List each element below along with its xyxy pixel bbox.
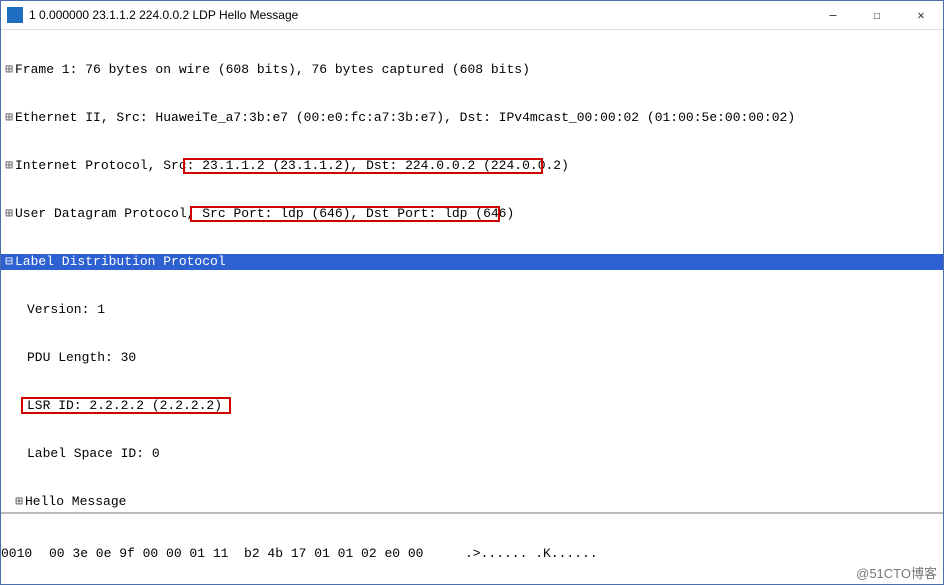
tree-text: Label Space ID: 0 [27,446,160,462]
tree-row-udp[interactable]: ⊞User Datagram Protocol, Src Port: ldp (… [1,206,943,222]
minimize-button[interactable]: — [811,1,855,29]
packet-bytes-pane[interactable]: 0010 00 3e 0e 9f 00 00 01 11 b2 4b 17 01… [1,512,943,584]
tree-row-ldp[interactable]: ⊟Label Distribution Protocol [1,254,943,270]
close-button[interactable]: ✕ [899,1,943,29]
app-icon [7,7,23,23]
tree-text: Label Distribution Protocol [15,254,226,270]
maximize-button[interactable]: ☐ [855,1,899,29]
tree-row-frame[interactable]: ⊞Frame 1: 76 bytes on wire (608 bits), 7… [1,62,943,78]
tree-row-ip[interactable]: ⊞Internet Protocol, Src: 23.1.1.2 (23.1.… [1,158,943,174]
window-title: 1 0.000000 23.1.1.2 224.0.0.2 LDP Hello … [29,8,811,22]
packet-details-tree[interactable]: ⊞Frame 1: 76 bytes on wire (608 bits), 7… [1,30,943,512]
hex-offset: 0010 [1,546,49,562]
collapse-icon[interactable]: ⊟ [3,254,15,270]
title-bar[interactable]: 1 0.000000 23.1.1.2 224.0.0.2 LDP Hello … [1,1,943,30]
tree-row-version[interactable]: Version: 1 [1,302,943,318]
hex-ascii: .>...... .K...... [465,546,598,561]
tree-text: LSR ID: 2.2.2.2 (2.2.2.2) [27,398,222,414]
tree-text-b: Src Port: ldp (646), Dst Port: ldp (646) [202,206,514,222]
tree-row-label-space[interactable]: Label Space ID: 0 [1,446,943,462]
tree-row-pdu[interactable]: PDU Length: 30 [1,350,943,366]
hex-line[interactable]: 0010 00 3e 0e 9f 00 00 01 11 b2 4b 17 01… [1,546,943,562]
app-window: 1 0.000000 23.1.1.2 224.0.0.2 LDP Hello … [0,0,944,585]
content-panes: ⊞Frame 1: 76 bytes on wire (608 bits), 7… [1,30,943,584]
expand-icon[interactable]: ⊞ [3,110,15,126]
tree-text: Ethernet II, Src: HuaweiTe_a7:3b:e7 (00:… [15,110,795,126]
tree-text-b: 23.1.1.2 (23.1.1.2), [202,158,366,174]
tree-text: Frame 1: 76 bytes on wire (608 bits), 76… [15,62,530,78]
watermark-text: @51CTO博客 [856,563,937,582]
hex-bytes: 00 3e 0e 9f 00 00 01 11 b2 4b 17 01 01 0… [49,546,423,561]
tree-text-c: Dst: 224.0.0.2 (224.0.0.2) [366,158,569,174]
expand-icon[interactable]: ⊞ [3,206,15,222]
tree-row-hello[interactable]: ⊞Hello Message [1,494,943,510]
window-buttons: — ☐ ✕ [811,1,943,29]
expand-icon[interactable]: ⊞ [13,494,25,510]
tree-text-a: User Datagram Protocol, [15,206,202,222]
expand-icon[interactable]: ⊞ [3,158,15,174]
tree-text: PDU Length: 30 [27,350,136,366]
tree-text: Version: 1 [27,302,105,318]
tree-text-a: Internet Protocol, Src: [15,158,202,174]
expand-icon[interactable]: ⊞ [3,62,15,78]
tree-row-ethernet[interactable]: ⊞Ethernet II, Src: HuaweiTe_a7:3b:e7 (00… [1,110,943,126]
tree-text: Hello Message [25,494,126,510]
tree-row-lsr[interactable]: LSR ID: 2.2.2.2 (2.2.2.2) [1,398,943,414]
